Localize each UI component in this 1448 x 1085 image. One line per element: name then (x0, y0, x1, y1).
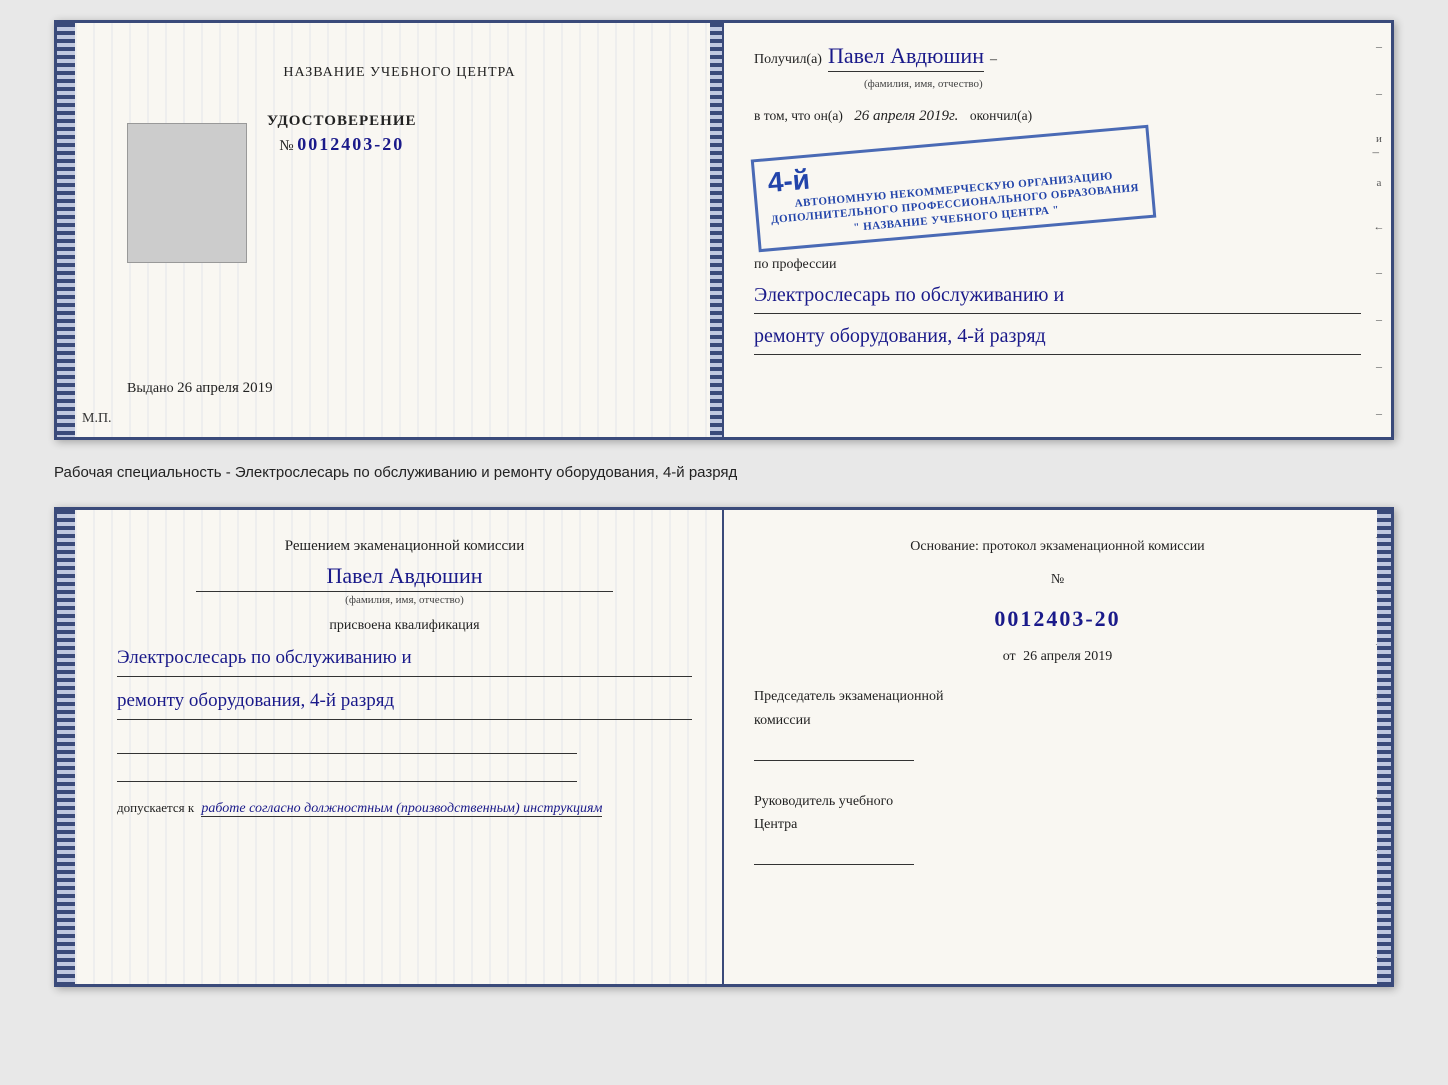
admission-block: допускается к работе согласно должностны… (117, 798, 692, 819)
profession-line1: Электрослесарь по обслуживанию и (754, 277, 1361, 314)
right-page-top: Получил(а) Павел Авдюшин – (фамилия, имя… (724, 23, 1391, 437)
basis-label: Основание: протокол экзаменационной коми… (754, 535, 1361, 559)
exam-commission-heading: Решением экаменационной комиссии (117, 535, 692, 558)
stamp-area: 4-й АВТОНОМНУЮ НЕКОММЕРЧЕСКУЮ ОРГАНИЗАЦИ… (754, 134, 1361, 243)
profession-section: по профессии Электрослесарь по обслужива… (754, 257, 1361, 355)
protocol-date-value: 26 апреля 2019 (1023, 649, 1112, 664)
left-content-top: НАЗВАНИЕ УЧЕБНОГО ЦЕНТРА УДОСТОВЕРЕНИЕ №… (97, 53, 702, 417)
sig-line-2 (117, 762, 577, 782)
chairman-signature (754, 741, 914, 761)
admission-text: работе согласно должностным (производств… (201, 801, 602, 817)
cert-block: УДОСТОВЕРЕНИЕ № 0012403-20 (267, 113, 417, 155)
date-clause-prefix: в том, что он(а) (754, 108, 843, 123)
date-section: в том, что он(а) 26 апреля 2019г. окончи… (754, 104, 1361, 128)
photo-placeholder (127, 123, 247, 263)
received-label: Получил(а) (754, 52, 822, 68)
profession-bottom-line1: Электрослесарь по обслуживанию и (117, 640, 692, 677)
profession-label: по профессии (754, 257, 837, 272)
center-title-top: НАЗВАНИЕ УЧЕБНОГО ЦЕНТРА (283, 63, 515, 83)
bottom-left-page: Решением экаменационной комиссии Павел А… (57, 510, 724, 984)
protocol-number-value: 0012403-20 (754, 600, 1361, 637)
issued-line: Выдано 26 апреля 2019 (127, 380, 273, 397)
cert-number: 0012403-20 (297, 134, 404, 154)
left-page-top: НАЗВАНИЕ УЧЕБНОГО ЦЕНТРА УДОСТОВЕРЕНИЕ №… (57, 23, 724, 437)
chairman-block: Председатель экзаменационной комиссии (754, 685, 1361, 769)
director-sig-line (754, 845, 1361, 874)
stamp-box: 4-й АВТОНОМНУЮ НЕКОММЕРЧЕСКУЮ ОРГАНИЗАЦИ… (751, 125, 1157, 252)
bottom-left-border (57, 510, 75, 984)
chairman-line1: Председатель экзаменационной (754, 685, 1361, 709)
sig-line-1 (117, 734, 577, 754)
fio-note-top: (фамилия, имя, отчество) (864, 78, 983, 90)
number-prefix: № (1051, 572, 1064, 587)
profession-bottom-line2: ремонту оборудования, 4-й разряд (117, 683, 692, 720)
protocol-number: № 0012403-20 (754, 568, 1361, 637)
person-name-top: Павел Авдюшин (828, 43, 984, 72)
mp-text: М.П. (82, 411, 112, 427)
director-line2: Центра (754, 813, 1361, 837)
right-border-stripe-left (710, 23, 722, 437)
fio-note-bottom: (фамилия, имя, отчество) (196, 591, 613, 606)
chairman-sig-line (754, 741, 1361, 770)
dash1: – (990, 52, 997, 68)
assigned-label: присвоена квалификация (117, 618, 692, 634)
received-line: Получил(а) Павел Авдюшин – (754, 43, 1361, 72)
director-signature (754, 845, 914, 865)
document-bottom: Решением экаменационной комиссии Павел А… (54, 507, 1394, 987)
finished-label: окончил(а) (970, 108, 1032, 123)
date-prefix: от (1003, 649, 1016, 664)
director-block: Руководитель учебного Центра (754, 790, 1361, 874)
left-border-stripe (57, 23, 75, 437)
admission-label: допускается к (117, 800, 194, 815)
profession-line2: ремонту оборудования, 4-й разряд (754, 318, 1361, 355)
document-top: НАЗВАНИЕ УЧЕБНОГО ЦЕНТРА УДОСТОВЕРЕНИЕ №… (54, 20, 1394, 440)
issued-label: Выдано (127, 381, 174, 396)
middle-text: Рабочая специальность - Электрослесарь п… (54, 458, 1394, 489)
basis-section: Основание: протокол экзаменационной коми… (754, 535, 1361, 875)
bottom-right-page: Основание: протокол экзаменационной коми… (724, 510, 1391, 984)
right-side-marks-top: – – и а ← – – – – (1367, 23, 1391, 437)
person-name-bottom: Павел Авдюшин (117, 563, 692, 589)
director-line1: Руководитель учебного (754, 790, 1361, 814)
cert-number-prefix: № (279, 138, 293, 154)
date-value: 26 апреля 2019г. (854, 108, 958, 124)
bottom-right-border (1377, 510, 1391, 984)
issued-date: 26 апреля 2019 (177, 380, 273, 396)
protocol-date: от 26 апреля 2019 (754, 645, 1361, 669)
chairman-line2: комиссии (754, 709, 1361, 733)
signature-lines (117, 734, 692, 782)
profession-block-bottom: Электрослесарь по обслуживанию и ремонту… (117, 634, 692, 720)
cert-label: УДОСТОВЕРЕНИЕ (267, 113, 417, 130)
